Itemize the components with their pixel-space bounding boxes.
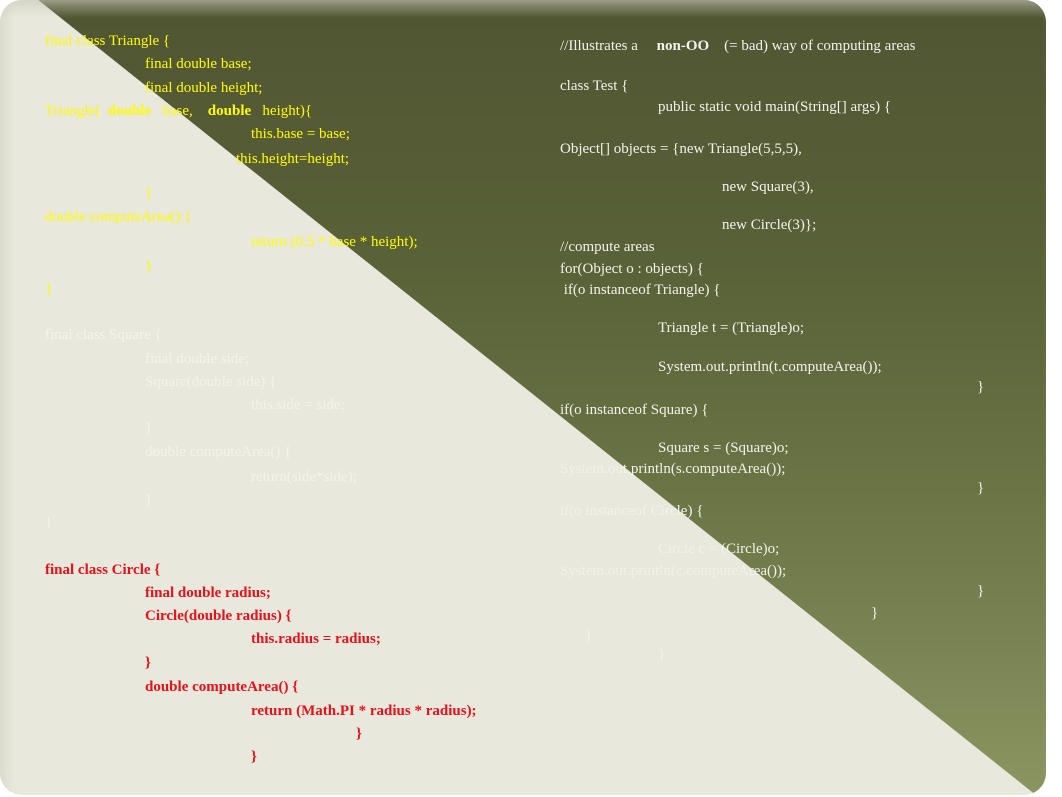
code-line: final class Circle { bbox=[45, 562, 161, 578]
code-line: Triangle( double base, double height){ bbox=[45, 102, 312, 120]
code-line: if(o instanceof Triangle) { bbox=[560, 282, 721, 298]
code-token: double bbox=[107, 103, 152, 119]
code-line: } bbox=[145, 492, 153, 508]
code-line: double computeArea() { bbox=[145, 444, 292, 460]
code-line: new Square(3), bbox=[722, 179, 814, 195]
code-line: } bbox=[145, 655, 151, 671]
code-line: Circle(double radius) { bbox=[145, 608, 292, 624]
code-line: //compute areas bbox=[560, 239, 655, 255]
intro-comment: //Illustrates a non-OO (= bad) way of co… bbox=[560, 39, 985, 54]
code-line: this.height=height; bbox=[236, 151, 350, 167]
code-line: final double height; bbox=[145, 80, 263, 96]
comment-text: (= bad) way of computing areas bbox=[724, 38, 916, 54]
comment-bold: non-OO bbox=[656, 38, 710, 54]
code-line: System.out.println(s.computeArea()); bbox=[560, 461, 786, 477]
code-line: class Test { bbox=[560, 78, 629, 94]
code-line: Triangle t = (Triangle)o; bbox=[658, 320, 805, 336]
code-line: final double base; bbox=[145, 56, 252, 72]
code-line: final class Triangle { bbox=[45, 33, 171, 49]
code-token: height){ bbox=[262, 103, 313, 119]
code-line: } bbox=[251, 749, 257, 765]
code-line: final double side; bbox=[145, 351, 250, 367]
code-line: } bbox=[145, 258, 153, 274]
code-line: } bbox=[585, 628, 593, 644]
code-line: Square(double side) { bbox=[145, 374, 277, 390]
code-line: } bbox=[45, 515, 53, 531]
code-line: return(side*side); bbox=[251, 469, 357, 485]
code-token: base, bbox=[162, 103, 193, 119]
code-line: double computeArea() { bbox=[145, 679, 299, 695]
code-line: new Circle(3)}; bbox=[722, 217, 817, 233]
code-line: return (0.5 * base * height); bbox=[251, 234, 418, 250]
code-token: Triangle( bbox=[45, 103, 101, 119]
code-line: Circle c = (Circle)o; bbox=[658, 541, 780, 557]
code-line: this.base = base; bbox=[251, 126, 350, 142]
code-line: this.radius = radius; bbox=[251, 631, 381, 647]
code-line: } bbox=[871, 605, 879, 621]
code-line: return (Math.PI * radius * radius); bbox=[251, 703, 477, 719]
code-line: } bbox=[658, 647, 666, 663]
code-line: for(Object o : objects) { bbox=[560, 261, 704, 277]
code-line: } bbox=[977, 583, 985, 599]
code-line: double computeArea() { bbox=[45, 209, 192, 225]
code-line: public static void main(String[] args) { bbox=[658, 99, 892, 115]
code-token: double bbox=[207, 103, 252, 119]
code-line: System.out.println(t.computeArea()); bbox=[658, 359, 882, 375]
slide: final class Triangle { final double base… bbox=[0, 0, 1046, 795]
code-line: System.out.println(c.computeArea()); bbox=[560, 563, 787, 579]
code-line: } bbox=[356, 726, 362, 742]
code-line: } bbox=[145, 185, 153, 201]
code-line: if(o instanceof Circle) { bbox=[560, 503, 704, 519]
code-line: } bbox=[45, 281, 53, 297]
top-shadow bbox=[0, 0, 1046, 18]
comment-text: //Illustrates a bbox=[560, 38, 638, 54]
code-line: final double radius; bbox=[145, 585, 271, 601]
code-line: Square s = (Square)o; bbox=[658, 440, 789, 456]
code-line: this.side = side; bbox=[251, 397, 345, 413]
code-line: if(o instanceof Square) { bbox=[560, 402, 709, 418]
left-shadow bbox=[0, 0, 14, 795]
code-line: } bbox=[977, 379, 985, 395]
code-line: Object[] objects = {new Triangle(5,5,5), bbox=[560, 141, 802, 157]
code-line: } bbox=[145, 420, 153, 436]
code-line: final class Square { bbox=[45, 327, 162, 343]
code-line: } bbox=[977, 480, 985, 496]
